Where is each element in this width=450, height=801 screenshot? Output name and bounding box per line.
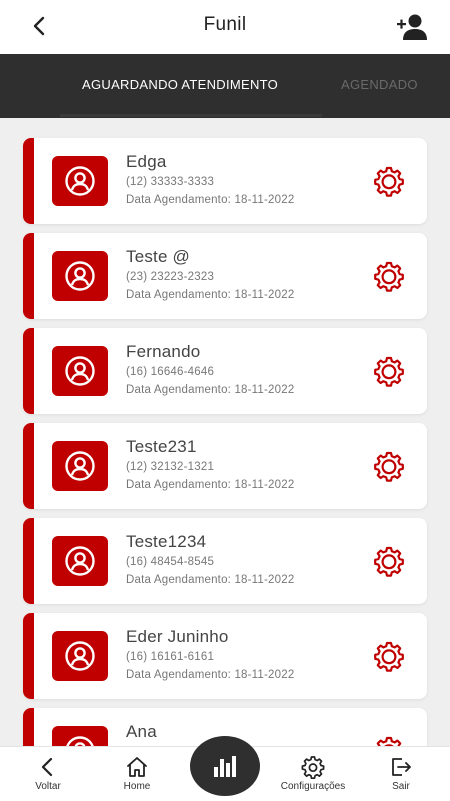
avatar (52, 726, 108, 746)
user-circle-icon (65, 546, 95, 576)
logout-icon (392, 758, 411, 776)
contact-phone: (16) 16161-6161 (126, 651, 215, 663)
contact-name: Teste231 (126, 437, 197, 456)
nav-configuracoes[interactable]: Configurações (273, 747, 353, 801)
contact-list[interactable]: Edga (12) 33333-3333 Data Agendamento: 1… (0, 118, 450, 746)
nav-voltar[interactable]: Voltar (8, 747, 88, 801)
contact-settings-button[interactable] (373, 545, 405, 577)
contact-phone: (16) 48454-8545 (126, 556, 215, 568)
avatar (52, 631, 108, 681)
add-user-button[interactable] (396, 12, 430, 42)
page-title: Funil (203, 14, 247, 35)
contact-name: Eder Juninho (126, 627, 229, 646)
funnel-dashboard-button[interactable] (190, 736, 260, 796)
list-item[interactable]: Fernando (16) 16646-4646 Data Agendament… (23, 328, 427, 414)
home-icon (127, 757, 147, 777)
avatar (52, 536, 108, 586)
card-accent (23, 708, 34, 746)
avatar (52, 251, 108, 301)
gear-icon (374, 356, 404, 387)
gear-icon (374, 166, 404, 197)
nav-sair[interactable]: Sair (361, 747, 441, 801)
user-circle-icon (65, 356, 95, 386)
card-accent (23, 423, 34, 509)
bar-chart-icon (214, 756, 236, 777)
contact-date: Data Agendamento: 18-11-2022 (126, 669, 295, 681)
gear-icon (374, 641, 404, 672)
contact-name: Teste1234 (126, 532, 207, 551)
contact-settings-button[interactable] (373, 450, 405, 482)
user-circle-icon (65, 641, 95, 671)
list-item[interactable]: Teste1234 (16) 48454-8545 Data Agendamen… (23, 518, 427, 604)
user-circle-icon (65, 166, 95, 196)
contact-settings-button[interactable] (373, 260, 405, 292)
gear-icon (374, 546, 404, 577)
list-item[interactable]: Teste @ (23) 23223-2323 Data Agendamento… (23, 233, 427, 319)
contact-name: Fernando (126, 342, 201, 361)
user-circle-icon (65, 261, 95, 291)
user-circle-icon (65, 451, 95, 481)
card-accent (23, 233, 34, 319)
gear-icon (374, 451, 404, 482)
contact-name: Teste @ (126, 247, 191, 266)
gear-icon (376, 736, 402, 746)
active-tab-indicator (60, 114, 322, 117)
contact-date: Data Agendamento: 18-11-2022 (126, 194, 295, 206)
avatar (52, 346, 108, 396)
nav-configuracoes-label: Configurações (280, 781, 346, 792)
user-circle-icon (66, 736, 94, 746)
card-accent (23, 613, 34, 699)
nav-sair-label: Sair (392, 781, 410, 792)
nav-home-label: Home (123, 781, 151, 792)
contact-name: Ana (126, 722, 157, 741)
gear-icon (374, 261, 404, 292)
contact-date: Data Agendamento: 18-11-2022 (126, 289, 295, 301)
contact-settings-button[interactable] (373, 735, 405, 746)
list-item[interactable]: Teste231 (12) 32132-1321 Data Agendament… (23, 423, 427, 509)
tab-agendado[interactable]: AGENDADO (341, 77, 418, 92)
contact-settings-button[interactable] (373, 640, 405, 672)
user-plus-icon (397, 14, 427, 40)
nav-voltar-label: Voltar (35, 781, 61, 792)
avatar (52, 441, 108, 491)
avatar (52, 156, 108, 206)
nav-home[interactable]: Home (97, 747, 177, 801)
contact-name: Edga (126, 152, 167, 171)
app-header: Funil (0, 0, 450, 54)
card-accent (23, 138, 34, 224)
gear-icon (301, 756, 325, 779)
chevron-left-icon (41, 757, 53, 777)
list-item[interactable]: Edga (12) 33333-3333 Data Agendamento: 1… (23, 138, 427, 224)
contact-phone: (12) 33333-3333 (126, 176, 215, 188)
list-item[interactable]: Eder Juninho (16) 16161-6161 Data Agenda… (23, 613, 427, 699)
contact-date: Data Agendamento: 18-11-2022 (126, 574, 295, 586)
contact-settings-button[interactable] (373, 165, 405, 197)
card-accent (23, 328, 34, 414)
tab-aguardando-atendimento[interactable]: AGUARDANDO ATENDIMENTO (82, 77, 278, 92)
contact-settings-button[interactable] (373, 355, 405, 387)
contact-phone: (12) 32132-1321 (126, 461, 215, 473)
contact-phone: (23) 23223-2323 (126, 271, 215, 283)
contact-date: Data Agendamento: 18-11-2022 (126, 479, 295, 491)
tab-bar: AGUARDANDO ATENDIMENTO AGENDADO (0, 54, 450, 118)
card-accent (23, 518, 34, 604)
contact-date: Data Agendamento: 18-11-2022 (126, 384, 295, 396)
contact-phone: (16) 16646-4646 (126, 366, 215, 378)
